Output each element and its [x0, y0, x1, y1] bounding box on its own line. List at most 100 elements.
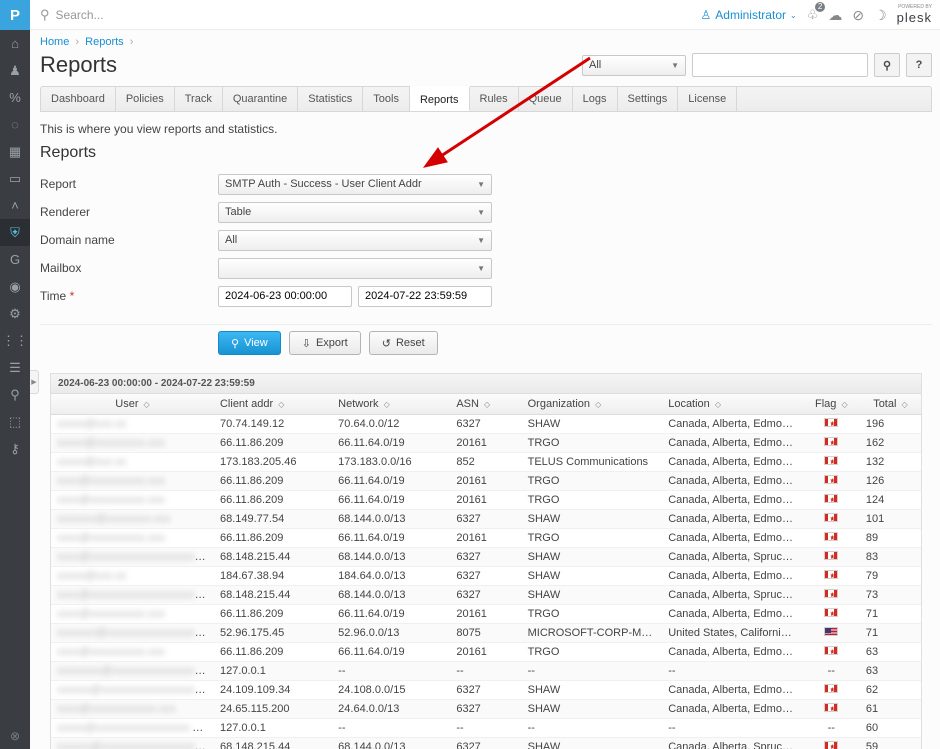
tab-tools[interactable]: Tools: [363, 87, 410, 111]
header-search-input[interactable]: [692, 53, 868, 77]
cell-asn: 20161: [450, 491, 521, 510]
plesk-logo-square[interactable]: P: [0, 0, 30, 30]
cell-total: 61: [860, 700, 921, 719]
cell-asn: 20161: [450, 529, 521, 548]
col-user[interactable]: User ◇: [51, 394, 214, 415]
nav-gear-icon[interactable]: ⚙: [0, 300, 30, 327]
help-icon[interactable]: ⊘: [852, 7, 864, 24]
nav-user-icon[interactable]: ♟: [0, 57, 30, 84]
table-row: xxxxxxx@xxxxxxxxxxxxxxxxxxx.xx52.96.175.…: [51, 624, 921, 643]
cell-user: xxxx@xxxxxxxxxx.xxx: [57, 608, 165, 620]
tab-reports[interactable]: Reports: [410, 86, 470, 111]
cell-addr: 66.11.86.209: [214, 605, 332, 624]
renderer-select[interactable]: Table▼: [218, 202, 492, 223]
tab-track[interactable]: Track: [175, 87, 223, 111]
col-location[interactable]: Location ◇: [662, 394, 803, 415]
cell-flag: [803, 643, 860, 662]
col-total[interactable]: Total ◇: [860, 394, 921, 415]
report-select[interactable]: SMTP Auth - Success - User Client Addr▼: [218, 174, 492, 195]
nav-book-icon[interactable]: ▭: [0, 165, 30, 192]
table-row: xxxxx@xxxxxxxxx.xxx66.11.86.20966.11.64.…: [51, 434, 921, 453]
cell-user: xxxxxx@xxxxxxxxxxxxxxxxxxx.xx: [57, 684, 214, 696]
nav-1-icon[interactable]: ◉: [0, 273, 30, 300]
col-client-addr[interactable]: Client addr ◇: [214, 394, 332, 415]
domain-select[interactable]: All▼: [218, 230, 492, 251]
cell-addr: 127.0.0.1: [214, 719, 332, 738]
tab-quarantine[interactable]: Quarantine: [223, 87, 298, 111]
sidebar-expand-handle[interactable]: ▶: [30, 370, 39, 394]
tab-dashboard[interactable]: Dashboard: [41, 87, 116, 111]
cell-asn: 6327: [450, 681, 521, 700]
cell-loc: Canada, Alberta, Edmonton: [662, 472, 803, 491]
header-scope-select[interactable]: All▼: [582, 55, 686, 76]
cell-org: --: [522, 719, 663, 738]
breadcrumb-home[interactable]: Home: [40, 36, 69, 48]
breadcrumb-reports[interactable]: Reports: [85, 36, 124, 48]
table-row: xxxx@xxxxxxxxxx.xxx 66.11.86.20966.11.64.…: [51, 605, 921, 624]
flag-icon: [824, 608, 838, 617]
magnify-icon: ⚲: [883, 59, 891, 72]
tab-statistics[interactable]: Statistics: [298, 87, 363, 111]
export-icon: ⇩: [302, 337, 311, 350]
tabs: DashboardPoliciesTrackQuarantineStatisti…: [40, 86, 932, 112]
header-help-button[interactable]: ?: [906, 53, 932, 77]
cell-flag: [803, 548, 860, 567]
cell-asn: --: [450, 719, 521, 738]
reset-button[interactable]: ↺Reset: [369, 331, 438, 355]
global-search[interactable]: ⚲ Search...: [40, 7, 104, 23]
table-row: xxxxx@xxx.xx173.183.205.46173.183.0.0/16…: [51, 453, 921, 472]
tab-queue[interactable]: Queue: [519, 87, 573, 111]
export-button[interactable]: ⇩Export: [289, 331, 361, 355]
header-search-button[interactable]: ⚲: [874, 53, 900, 77]
col-organization[interactable]: Organization ◇: [522, 394, 663, 415]
nav-box-icon[interactable]: ⬚: [0, 408, 30, 435]
domain-label: Domain name: [40, 233, 218, 247]
theme-icon[interactable]: ☽: [874, 7, 887, 24]
nav-home-icon[interactable]: ⌂: [0, 30, 30, 57]
cloud-icon[interactable]: ☁: [828, 7, 842, 24]
cell-user: xxxx@xxxxxxxxxxxxxxxxxxx.xx: [57, 551, 209, 563]
tab-policies[interactable]: Policies: [116, 87, 175, 111]
cell-loc: Canada, Alberta, Edmonton: [662, 415, 803, 434]
notifications-button[interactable]: ♧ 2: [807, 7, 819, 23]
tab-license[interactable]: License: [678, 87, 737, 111]
cell-net: 66.11.64.0/19: [332, 605, 450, 624]
view-button[interactable]: ⚲View: [218, 331, 281, 355]
tab-rules[interactable]: Rules: [470, 87, 519, 111]
table-row: xxxx@xxxxxxxxxx.xxx66.11.86.20966.11.64.…: [51, 491, 921, 510]
flag-icon: [824, 513, 838, 522]
nav-search-icon[interactable]: ⚲: [0, 381, 30, 408]
nav-shield-icon[interactable]: ⛨: [0, 219, 30, 246]
tab-logs[interactable]: Logs: [573, 87, 618, 111]
cell-total: 89: [860, 529, 921, 548]
time-to-input[interactable]: [358, 286, 492, 307]
cell-org: TRGO: [522, 643, 663, 662]
cell-net: 66.11.64.0/19: [332, 643, 450, 662]
cell-user: xxxx@xxxxxxxxxx.xxx: [57, 494, 165, 506]
time-from-input[interactable]: [218, 286, 352, 307]
tab-settings[interactable]: Settings: [618, 87, 679, 111]
nav-key-icon[interactable]: ⚷: [0, 435, 30, 462]
sidebar-collapse-icon[interactable]: ⊗: [0, 729, 30, 743]
nav-up-icon[interactable]: ˄: [0, 192, 30, 219]
nav-percent-icon[interactable]: %: [0, 84, 30, 111]
col-flag[interactable]: Flag ◇: [803, 394, 860, 415]
nav-list-icon[interactable]: ☰: [0, 354, 30, 381]
col-network[interactable]: Network ◇: [332, 394, 450, 415]
cell-total: 63: [860, 643, 921, 662]
nav-globe-icon[interactable]: ◌: [0, 111, 30, 138]
col-asn[interactable]: ASN ◇: [450, 394, 521, 415]
nav-apps-icon[interactable]: ▦: [0, 138, 30, 165]
cell-total: 79: [860, 567, 921, 586]
cell-flag: --: [803, 662, 860, 681]
nav-sliders-icon[interactable]: ⋮⋮: [0, 327, 30, 354]
cell-loc: Canada, Alberta, Edmonton: [662, 681, 803, 700]
nav-g-icon[interactable]: G: [0, 246, 30, 273]
cell-asn: 852: [450, 453, 521, 472]
mailbox-select[interactable]: ▼: [218, 258, 492, 279]
cell-user: xxxxxxxx@xxxxxxxxxxxxxxxxx.xxx: [57, 665, 214, 677]
cell-flag: [803, 415, 860, 434]
user-menu[interactable]: ♙ Administrator ⌄: [701, 8, 797, 22]
notification-count: 2: [815, 2, 825, 12]
flag-icon: [824, 475, 838, 484]
